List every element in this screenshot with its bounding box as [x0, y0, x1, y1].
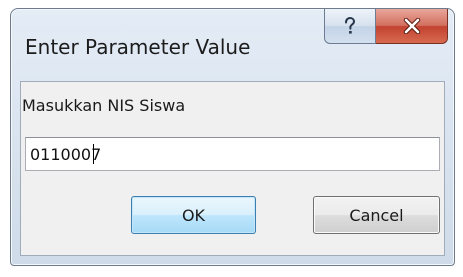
parameter-value-input[interactable]: [25, 137, 440, 171]
close-button[interactable]: [376, 9, 448, 44]
text-caret: [93, 144, 94, 164]
ok-button[interactable]: OK: [131, 196, 256, 234]
parameter-prompt-label: Masukkan NIS Siswa: [22, 96, 186, 115]
title-bar-buttons: [324, 9, 448, 45]
close-x-icon: [403, 18, 420, 34]
question-mark-icon: [345, 16, 356, 34]
dialog-title: Enter Parameter Value: [25, 35, 251, 59]
help-button[interactable]: [324, 9, 376, 44]
cancel-button[interactable]: Cancel: [313, 196, 440, 234]
